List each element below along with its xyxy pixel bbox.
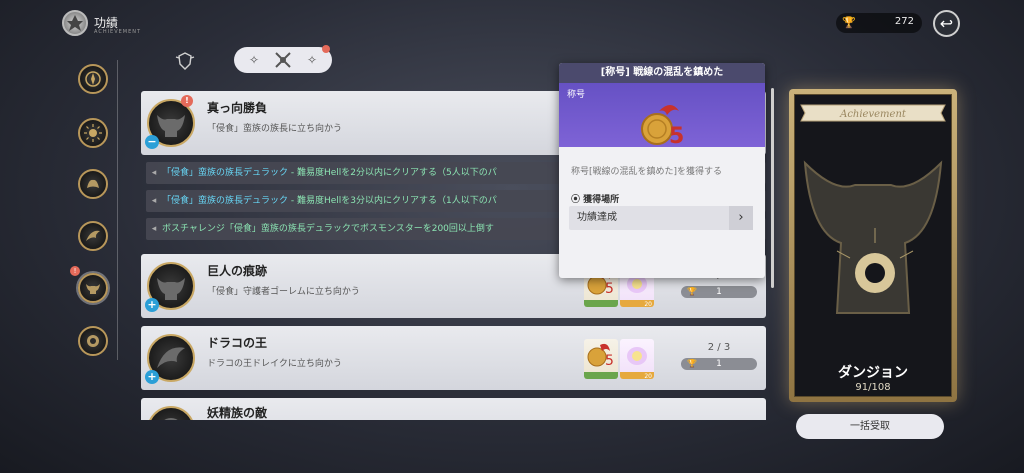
- achievement-emblem-icon: [62, 10, 88, 36]
- page-subtitle: ACHIEVEMENT: [94, 29, 142, 35]
- return-arrow-icon: ↩: [939, 14, 954, 33]
- back-button[interactable]: ↩: [933, 10, 960, 37]
- arrow-icon: ◂: [151, 168, 157, 178]
- progress-count: 2 / 3: [707, 342, 731, 353]
- dungeon-name: ダンジョン: [838, 365, 908, 381]
- arrow-icon: ◂: [151, 224, 157, 234]
- category-alert-badge: !: [70, 266, 80, 276]
- achievement-desc: 「侵食」蛮族の族長に立ち向かう: [207, 124, 343, 134]
- collapse-icon[interactable]: −: [145, 135, 159, 149]
- category-minotaur[interactable]: [78, 273, 108, 303]
- lion-icon: [164, 418, 178, 420]
- achievement-title: 妖精族の敵: [207, 406, 268, 420]
- location-row[interactable]: 功績達成 ›: [569, 206, 753, 230]
- points-bar: 🏆 1: [681, 286, 757, 298]
- expand-icon[interactable]: +: [145, 370, 159, 384]
- medal-icon: 5: [641, 105, 684, 147]
- category-dragon[interactable]: [78, 221, 108, 251]
- arrow-icon: ◂: [151, 196, 157, 206]
- achievement-title: 真っ向勝負: [207, 101, 268, 115]
- minotaur-artwork: [803, 160, 943, 314]
- trophy-icon: 🏆: [842, 16, 856, 29]
- location-pin-icon: ⦿: [571, 195, 584, 205]
- beast-icon: [87, 179, 99, 188]
- points-bar: 🏆 1: [681, 358, 757, 370]
- achievement-card[interactable]: + ドラコの王 ドラコの王ドレイクに立ち向かう 5 20 2 / 3 🏆 1: [141, 326, 766, 390]
- svg-text:5: 5: [605, 353, 614, 369]
- tooltip-category: 称号: [567, 90, 586, 100]
- category-sun[interactable]: [78, 118, 108, 148]
- sparkle-icon: ✧: [248, 53, 260, 67]
- tab-alert-dot: [322, 45, 330, 53]
- minotaur-icon: [86, 284, 100, 294]
- location-label: ⦿ 獲得場所: [571, 195, 620, 205]
- tooltip-desc: 称号[戦線の混乱を鎮めた]を獲得する: [571, 167, 723, 177]
- category-beast[interactable]: [78, 169, 108, 199]
- reward-crystal[interactable]: 20: [620, 339, 654, 380]
- tab-all[interactable]: [172, 50, 198, 72]
- medal-icon: 5: [587, 343, 614, 369]
- achievement-desc: ドラコの王ドレイクに立ち向かう: [207, 359, 342, 369]
- sidebar-divider: [117, 60, 118, 360]
- location-value: 功績達成: [577, 212, 617, 223]
- fairy-portrait: [147, 406, 195, 420]
- reward-title-medal[interactable]: 5: [584, 339, 618, 379]
- achievement-title: ドラコの王: [207, 336, 268, 350]
- tooltip-title: [称号] 戦線の混乱を鎮めた: [559, 63, 765, 83]
- dungeon-category-card[interactable]: Achievement ダンジョン 91/108: [789, 89, 957, 402]
- svg-text:5: 5: [605, 281, 614, 297]
- svg-text:Achievement: Achievement: [839, 109, 907, 120]
- tooltip-header-band: 称号 5: [559, 83, 765, 147]
- lion-icon: [87, 335, 99, 347]
- svg-text:5: 5: [669, 124, 684, 147]
- claim-all-button[interactable]: 一括受取: [796, 414, 944, 439]
- compass-icon: [85, 71, 101, 87]
- crystal-icon: [627, 347, 647, 365]
- crossed-swords-icon: [275, 52, 291, 68]
- expand-icon[interactable]: +: [145, 298, 159, 312]
- achievement-card[interactable]: 妖精族の敵: [141, 398, 766, 420]
- list-scrollbar[interactable]: [771, 88, 774, 288]
- sparkle-icon: ✧: [306, 53, 317, 67]
- achievement-title: 巨人の痕跡: [207, 264, 268, 278]
- alert-badge: !: [181, 95, 193, 107]
- shield-wings-icon: [175, 52, 195, 70]
- trophy-currency: 🏆 272: [836, 13, 922, 33]
- reward-tooltip: [称号] 戦線の混乱を鎮めた 称号 5 称号[戦線の混乱を鎮めた]を獲得する ⦿…: [559, 63, 765, 278]
- currency-value: 272: [894, 16, 914, 27]
- tab-boss[interactable]: ✧ ✧: [234, 45, 332, 73]
- dragon-icon: [86, 230, 100, 241]
- category-compass[interactable]: [78, 64, 108, 94]
- sun-icon: [84, 124, 102, 142]
- category-lion[interactable]: [78, 326, 108, 356]
- chevron-right-icon[interactable]: ›: [729, 206, 753, 230]
- achievement-desc: 「侵食」守護者ゴーレムに立ち向かう: [207, 287, 360, 297]
- dungeon-count: 91/108: [855, 382, 891, 393]
